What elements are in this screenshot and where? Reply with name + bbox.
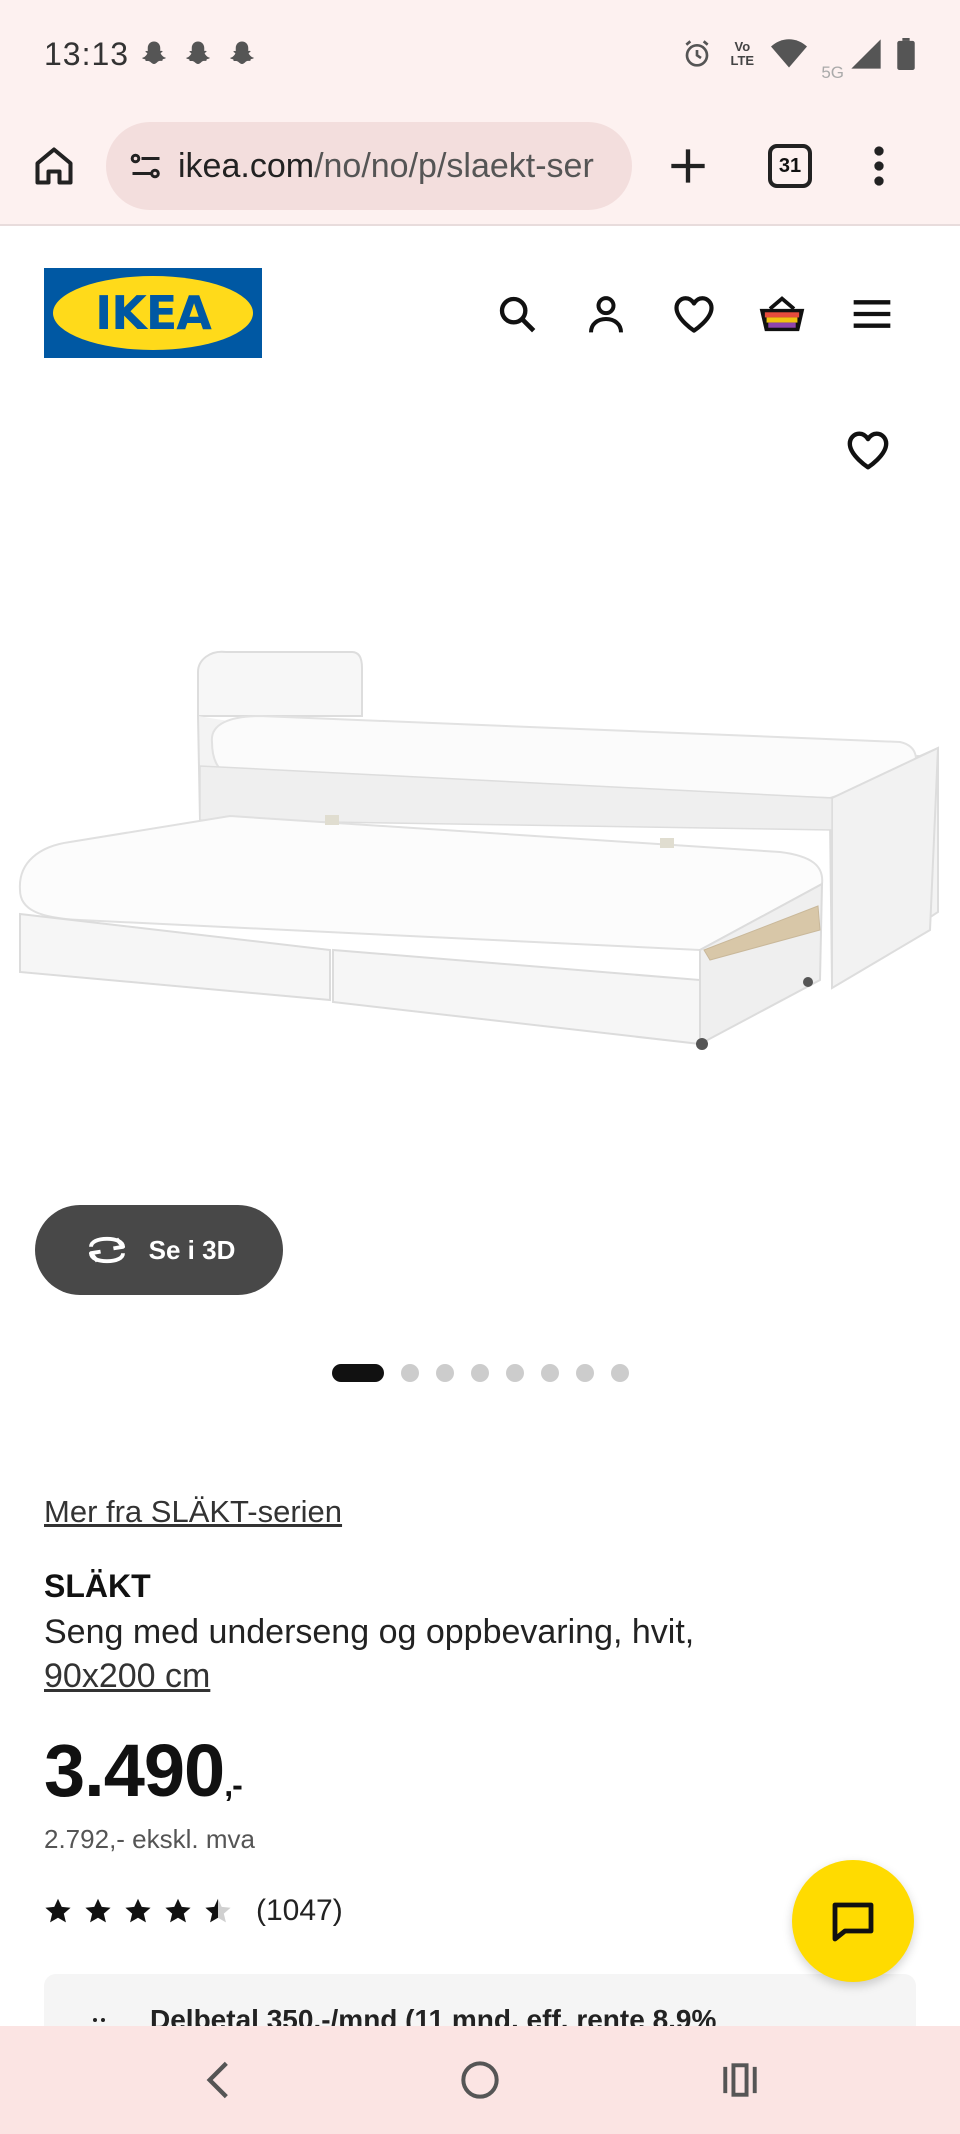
carousel-dot[interactable] bbox=[575, 1364, 594, 1382]
hamburger-menu-icon bbox=[853, 300, 891, 328]
heart-icon bbox=[674, 296, 714, 333]
add-to-favourites-button[interactable] bbox=[846, 430, 898, 482]
star-icon bbox=[165, 1898, 191, 1923]
view-in-3d-button[interactable]: Se i 3D bbox=[35, 1205, 283, 1295]
ikea-logo[interactable]: IKEA bbox=[44, 268, 262, 358]
snapchat-icon bbox=[186, 41, 210, 64]
snapchat-icon bbox=[142, 41, 166, 64]
status-indicators: Vo LTE 5G bbox=[681, 25, 916, 83]
size-link[interactable]: 90x200 cm bbox=[44, 1657, 210, 1695]
price-excl-vat: 2.792,- ekskl. mva bbox=[44, 1824, 255, 1854]
search-button[interactable] bbox=[491, 288, 543, 340]
url-host: ikea.com bbox=[178, 146, 315, 185]
cart-icon bbox=[759, 296, 805, 332]
logo-oval: IKEA bbox=[53, 276, 253, 350]
star-icon bbox=[125, 1898, 151, 1923]
home-button[interactable] bbox=[24, 136, 84, 196]
product-description: Seng med underseng og oppbevaring, hvit,… bbox=[44, 1610, 904, 1698]
account-button[interactable] bbox=[580, 288, 632, 340]
carousel-dot[interactable] bbox=[400, 1364, 419, 1382]
home-nav-button[interactable] bbox=[450, 2050, 510, 2110]
back-icon bbox=[206, 2061, 228, 2099]
wifi-icon bbox=[771, 39, 808, 68]
url-text: ikea.com/no/no/p/slaekt-ser bbox=[178, 147, 594, 186]
notification-icons bbox=[139, 39, 257, 69]
price: 3.490,- bbox=[44, 1728, 243, 1813]
half-star-icon bbox=[205, 1898, 231, 1923]
browser-menu-button[interactable] bbox=[864, 136, 894, 196]
cart-button[interactable] bbox=[756, 288, 808, 340]
carousel-dot[interactable] bbox=[435, 1364, 454, 1382]
url-path: /no/no/p/slaekt-ser bbox=[314, 146, 594, 185]
snapchat-icon bbox=[230, 41, 254, 64]
home-icon bbox=[35, 147, 73, 185]
alarm-icon bbox=[685, 40, 709, 67]
heart-icon bbox=[847, 431, 889, 470]
status-time: 13:13 bbox=[44, 35, 130, 72]
signal-icon bbox=[851, 39, 881, 69]
carousel-dot[interactable] bbox=[331, 1364, 384, 1382]
address-bar[interactable]: ikea.com/no/no/p/slaekt-ser bbox=[106, 122, 632, 210]
search-icon bbox=[499, 296, 536, 333]
carousel-dot[interactable] bbox=[470, 1364, 489, 1382]
volte-indicator: Vo LTE bbox=[730, 39, 755, 68]
review-count: (1047) bbox=[256, 1894, 343, 1927]
home-circle-icon bbox=[461, 2061, 499, 2099]
product-image[interactable] bbox=[0, 402, 960, 1312]
recents-button[interactable] bbox=[710, 2050, 770, 2110]
bed-illustration bbox=[18, 650, 940, 1050]
price-suffix: ,- bbox=[224, 1767, 243, 1803]
account-icon bbox=[589, 296, 623, 333]
site-header: IKEA bbox=[0, 226, 960, 402]
more-vert-icon bbox=[874, 146, 884, 186]
browser-toolbar: ikea.com/no/no/p/slaekt-ser 31 bbox=[0, 108, 960, 226]
tab-switcher-button[interactable]: 31 bbox=[768, 144, 812, 188]
system-nav-bar bbox=[0, 2026, 960, 2134]
battery-icon bbox=[897, 38, 915, 70]
series-link[interactable]: Mer fra SLÄKT-serien bbox=[44, 1494, 342, 1530]
rating[interactable]: (1047) bbox=[44, 1894, 343, 1928]
logo-text: IKEA bbox=[95, 286, 212, 340]
price-main: 3.490 bbox=[44, 1729, 225, 1812]
main-menu-button[interactable] bbox=[846, 288, 898, 340]
plus-icon bbox=[671, 149, 705, 183]
carousel-dot[interactable] bbox=[505, 1364, 524, 1382]
back-button[interactable] bbox=[188, 2050, 248, 2110]
network-type: 5G bbox=[821, 63, 844, 82]
site-settings-icon[interactable] bbox=[128, 148, 164, 184]
star-icon bbox=[85, 1898, 111, 1923]
new-tab-button[interactable] bbox=[658, 136, 718, 196]
image-carousel-dots bbox=[0, 1364, 960, 1382]
favourites-button[interactable] bbox=[668, 288, 720, 340]
product-name: SLÄKT bbox=[44, 1568, 151, 1604]
star-icon bbox=[45, 1898, 71, 1923]
carousel-dot[interactable] bbox=[610, 1364, 629, 1382]
rotate-3d-icon bbox=[88, 1236, 125, 1264]
carousel-dot[interactable] bbox=[540, 1364, 559, 1382]
status-bar: 13:13 Vo LTE 5G bbox=[0, 0, 960, 108]
product-description-text: Seng med underseng og oppbevaring, hvit, bbox=[44, 1613, 695, 1651]
view-in-3d-label: Se i 3D bbox=[148, 1234, 236, 1265]
chat-icon bbox=[832, 1902, 874, 1942]
chat-button[interactable] bbox=[792, 1860, 914, 1982]
recents-icon bbox=[723, 2063, 757, 2097]
